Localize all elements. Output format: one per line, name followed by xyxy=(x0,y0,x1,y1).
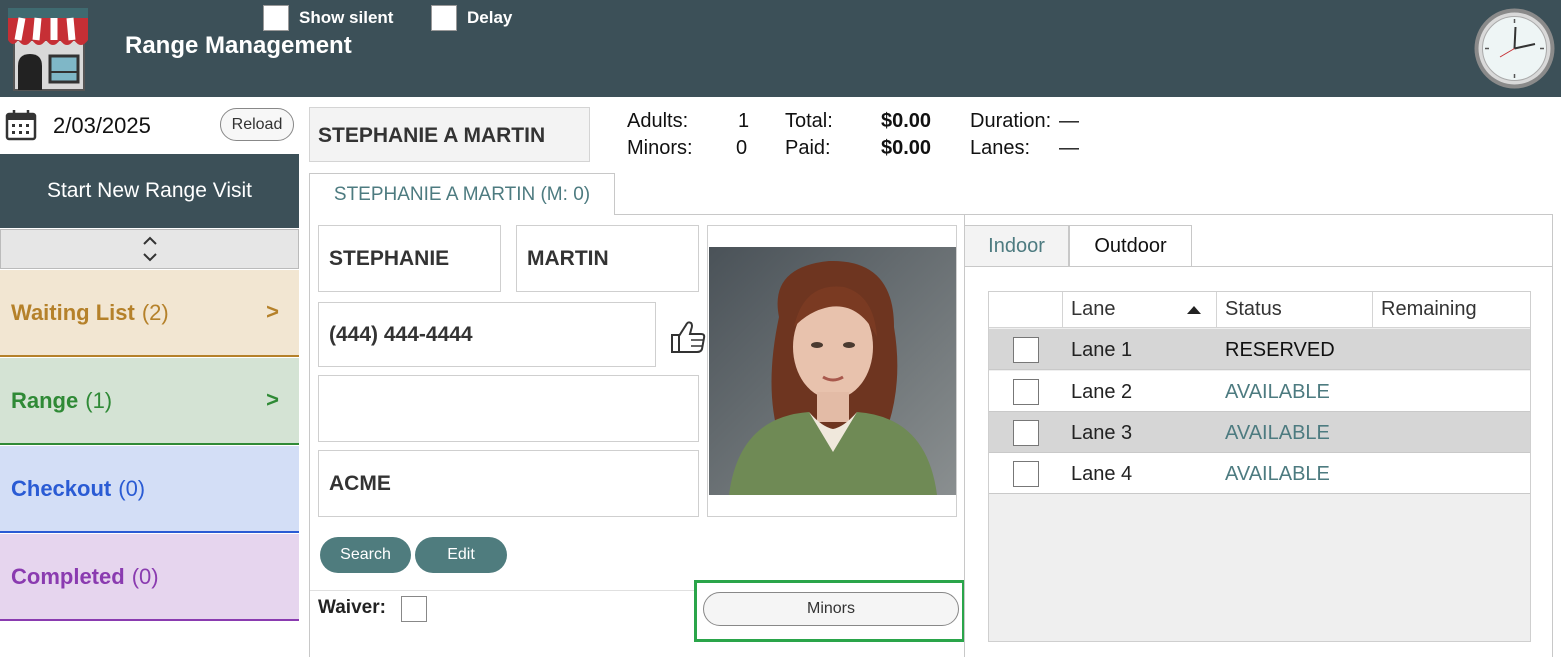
sidebar-item-count: (0) xyxy=(118,475,146,501)
table-row[interactable]: Lane 2 AVAILABLE xyxy=(989,371,1530,412)
app-header: Range Management Show silent Delay xyxy=(0,0,1561,97)
sidebar-item-count: (1) xyxy=(85,387,113,413)
minors-label: Minors: xyxy=(627,137,693,159)
app-title: Range Management xyxy=(125,32,352,59)
lane-name: Lane 1 xyxy=(1071,339,1133,361)
edit-button[interactable]: Edit xyxy=(415,537,507,573)
column-header-label: Remaining xyxy=(1381,298,1477,320)
paid-label: Paid: xyxy=(785,137,831,159)
lane-status: RESERVED xyxy=(1225,339,1335,361)
thumbs-up-icon[interactable] xyxy=(669,320,707,354)
table-row[interactable]: Lane 3 AVAILABLE xyxy=(989,412,1530,453)
start-new-range-visit-button[interactable]: Start New Range Visit xyxy=(0,154,299,228)
chevron-right-icon: > xyxy=(266,387,279,412)
sidebar-item-completed[interactable]: Completed (0) xyxy=(0,534,299,621)
paid-value: $0.00 xyxy=(881,137,932,159)
phone-field[interactable]: (444) 444-4444 xyxy=(318,302,656,367)
total-value: $0.00 xyxy=(881,110,932,132)
duration-label: Duration: xyxy=(970,110,1052,132)
delay-box[interactable] xyxy=(431,5,457,31)
adults-label: Adults: xyxy=(627,110,689,132)
email-field[interactable] xyxy=(318,375,699,442)
delay-label: Delay xyxy=(467,8,513,27)
column-header-remaining[interactable]: Remaining xyxy=(1373,292,1530,328)
lane-status: AVAILABLE xyxy=(1225,422,1330,444)
row-checkbox[interactable] xyxy=(1013,337,1039,363)
duration-value: — xyxy=(1059,110,1079,132)
chevron-up-down-icon xyxy=(142,236,157,262)
tab-divider xyxy=(964,266,1553,267)
sidebar-item-label: Completed xyxy=(11,563,125,589)
clock-icon xyxy=(1474,8,1555,89)
minors-value: 0 xyxy=(736,137,748,159)
lane-name: Lane 3 xyxy=(1071,422,1133,444)
search-button[interactable]: Search xyxy=(320,537,411,573)
lane-name: Lane 4 xyxy=(1071,463,1133,485)
show-silent-checkbox[interactable]: Show silent xyxy=(263,5,393,31)
calendar-icon[interactable] xyxy=(5,109,37,141)
sidebar-item-label: Range xyxy=(11,387,79,413)
lane-name: Lane 2 xyxy=(1071,381,1133,403)
row-checkbox[interactable] xyxy=(1013,461,1039,487)
customer-photo-frame xyxy=(707,225,957,517)
first-name-field[interactable]: STEPHANIE xyxy=(318,225,501,292)
store-icon xyxy=(8,8,88,91)
waiver-checkbox[interactable] xyxy=(401,596,427,622)
lane-status: AVAILABLE xyxy=(1225,463,1330,485)
column-header-label: Lane xyxy=(1071,298,1116,320)
column-header-label: Status xyxy=(1225,298,1282,320)
lanes-table: Lane Status Remaining Lane 1 RESERVED La… xyxy=(988,291,1531,642)
reload-button[interactable]: Reload xyxy=(220,108,294,141)
sidebar-item-label: Waiting List xyxy=(11,299,135,325)
divider xyxy=(310,590,695,591)
column-header-lane[interactable]: Lane xyxy=(1063,292,1217,328)
date-row: 2/03/2025 Reload xyxy=(0,103,300,151)
sidebar-item-checkout[interactable]: Checkout (0) xyxy=(0,446,299,533)
total-label: Total: xyxy=(785,110,833,132)
selected-customer-name: STEPHANIE A MARTIN xyxy=(309,107,590,162)
adults-value: 1 xyxy=(738,110,750,132)
table-row[interactable]: Lane 4 AVAILABLE xyxy=(989,453,1530,494)
lane-status: AVAILABLE xyxy=(1225,381,1330,403)
date-value[interactable]: 2/03/2025 xyxy=(53,113,151,139)
delay-checkbox[interactable]: Delay xyxy=(431,5,512,31)
sidebar-item-count: (0) xyxy=(131,563,159,589)
table-row[interactable]: Lane 1 RESERVED xyxy=(989,329,1530,370)
last-name-field[interactable]: MARTIN xyxy=(516,225,699,292)
column-header-select[interactable] xyxy=(989,292,1063,328)
sidebar-item-waiting-list[interactable]: Waiting List (2) > xyxy=(0,270,299,357)
customer-photo xyxy=(709,247,956,495)
tab-indoor[interactable]: Indoor xyxy=(964,225,1069,267)
tab-outdoor[interactable]: Outdoor xyxy=(1069,225,1192,267)
column-header-status[interactable]: Status xyxy=(1217,292,1373,328)
sidebar-item-label: Checkout xyxy=(11,475,112,501)
lanes-label: Lanes: xyxy=(970,137,1031,159)
company-field[interactable]: ACME xyxy=(318,450,699,517)
expand-collapse-toggle[interactable] xyxy=(0,229,299,269)
sidebar-item-count: (2) xyxy=(141,299,169,325)
row-checkbox[interactable] xyxy=(1013,379,1039,405)
row-checkbox[interactable] xyxy=(1013,420,1039,446)
minors-button[interactable]: Minors xyxy=(703,592,959,626)
sort-ascending-icon xyxy=(1187,306,1201,314)
sidebar-item-range[interactable]: Range (1) > xyxy=(0,358,299,445)
tab-customer[interactable]: STEPHANIE A MARTIN (M: 0) xyxy=(309,173,615,215)
lanes-value: — xyxy=(1059,137,1079,159)
waiver-label: Waiver: xyxy=(318,597,386,618)
show-silent-box[interactable] xyxy=(263,5,289,31)
chevron-right-icon: > xyxy=(266,299,279,324)
show-silent-label: Show silent xyxy=(299,8,394,27)
